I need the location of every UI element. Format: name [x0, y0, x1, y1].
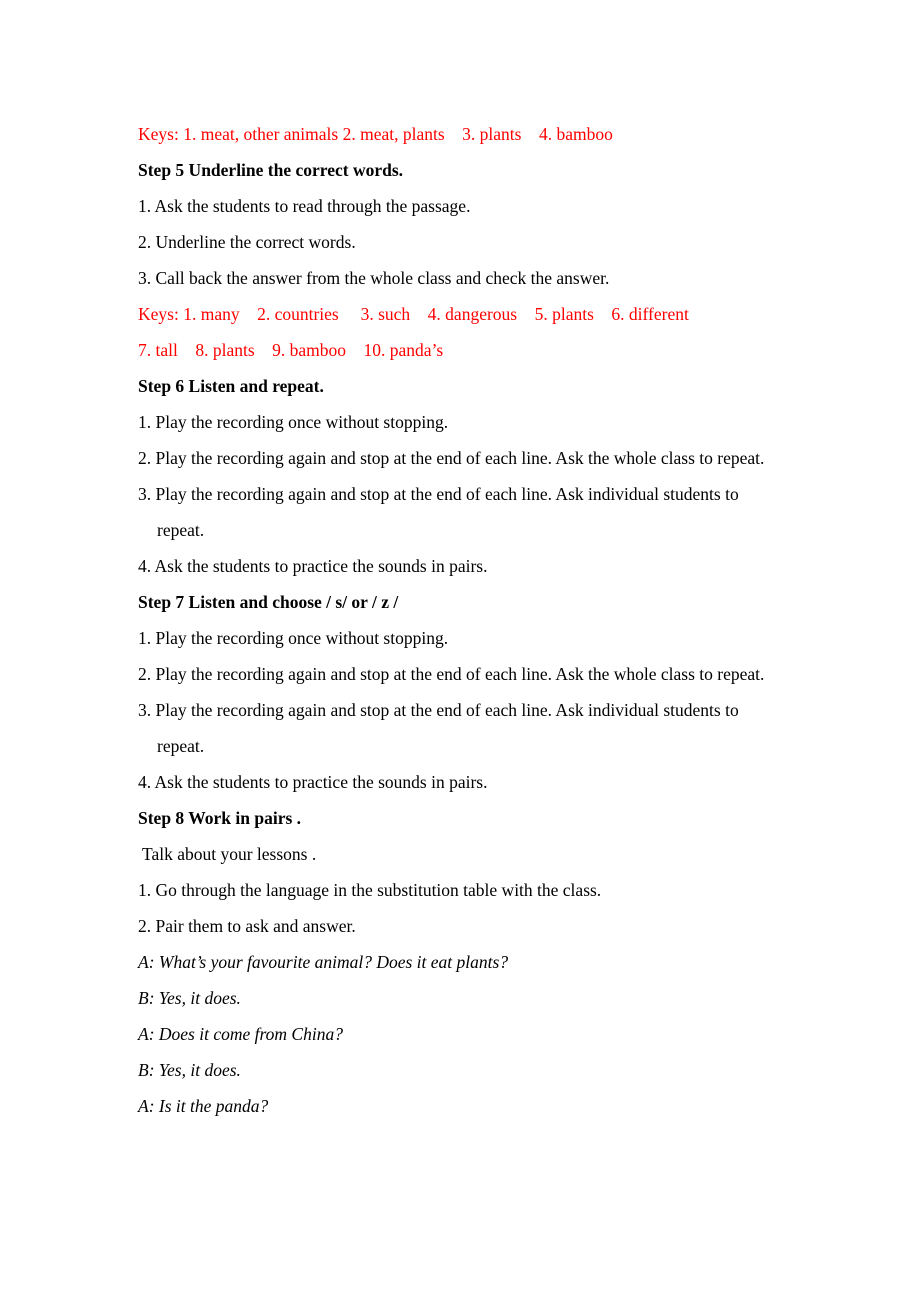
dialogue-line: B: Yes, it does. — [138, 1060, 241, 1080]
instruction-item: 2. Underline the correct words. — [138, 232, 356, 252]
instruction-item: 2. Play the recording again and stop at … — [138, 448, 765, 468]
answer-key-line: 7. tall 8. plants 9. bamboo 10. panda’s — [138, 340, 444, 360]
dialogue-line: B: Yes, it does. — [138, 988, 241, 1008]
instruction-item: 1. Play the recording once without stopp… — [138, 412, 449, 432]
section-subtitle: Talk about your lessons . — [142, 844, 317, 864]
document-body: Keys: 1. meat, other animals 2. meat, pl… — [138, 116, 783, 1124]
section-heading-step-6: Step 6 Listen and repeat. — [138, 376, 324, 396]
instruction-item: 4. Ask the students to practice the soun… — [138, 556, 488, 576]
answer-key-line: Keys: 1. many 2. countries 3. such 4. da… — [138, 304, 689, 324]
instruction-item: 3. Call back the answer from the whole c… — [138, 268, 610, 288]
instruction-item: 3. Play the recording again and stop at … — [138, 484, 744, 540]
document-page: Keys: 1. meat, other animals 2. meat, pl… — [0, 0, 920, 1302]
instruction-item: 4. Ask the students to practice the soun… — [138, 772, 488, 792]
section-heading-step-8: Step 8 Work in pairs . — [138, 808, 302, 828]
dialogue-line: A: What’s your favourite animal? Does it… — [138, 952, 509, 972]
instruction-item: 2. Play the recording again and stop at … — [138, 664, 765, 684]
instruction-item: 1. Go through the language in the substi… — [138, 880, 602, 900]
instruction-item: 1. Play the recording once without stopp… — [138, 628, 449, 648]
answer-key-line: Keys: 1. meat, other animals 2. meat, pl… — [138, 124, 613, 144]
section-heading-step-5: Step 5 Underline the correct words. — [138, 160, 404, 180]
section-heading-step-7: Step 7 Listen and choose / s/ or / z / — [138, 592, 399, 612]
instruction-item: 1. Ask the students to read through the … — [138, 196, 471, 216]
instruction-item: 3. Play the recording again and stop at … — [138, 700, 744, 756]
dialogue-line: A: Does it come from China? — [138, 1024, 343, 1044]
instruction-item: 2. Pair them to ask and answer. — [138, 916, 356, 936]
dialogue-line: A: Is it the panda? — [138, 1096, 269, 1116]
